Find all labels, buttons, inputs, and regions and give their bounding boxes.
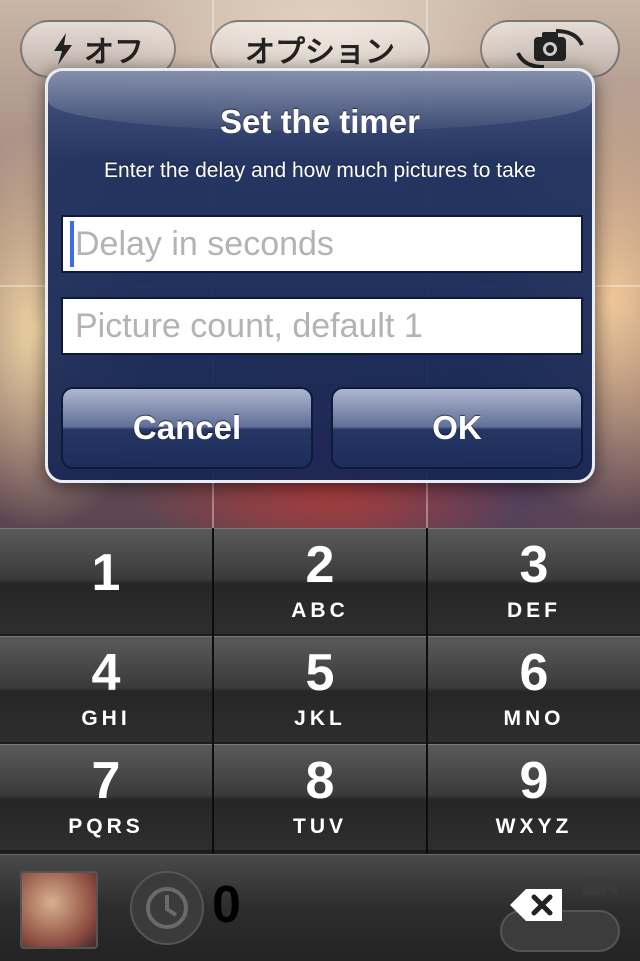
alert-message: Enter the delay and how much pictures to… [104, 159, 536, 182]
number-keypad: 1 2 ABC 3 DEF 4 GHI 5 JKL 6 MNO 7 PQRS 8… [0, 528, 640, 961]
key-number: 5 [305, 644, 335, 702]
cancel-button[interactable]: Cancel [61, 387, 313, 469]
key-2[interactable]: 2 ABC [214, 528, 426, 634]
picture-count-input[interactable] [61, 297, 583, 355]
key-number: 7 [91, 752, 121, 810]
key-7[interactable]: 7 PQRS [0, 744, 212, 850]
key-letters: WXYZ [495, 815, 573, 838]
alert-title: Set the timer [220, 103, 420, 140]
key-5[interactable]: 5 JKL [214, 636, 426, 742]
key-number: 3 [519, 536, 549, 594]
key-divider [426, 528, 428, 854]
key-letters: PQRS [68, 815, 144, 838]
key-letters: TUV [293, 815, 347, 838]
key-divider [212, 528, 214, 854]
key-6[interactable]: 6 MNO [428, 636, 640, 742]
backspace-icon[interactable] [508, 885, 566, 925]
key-number: 4 [91, 644, 121, 702]
key-number: 6 [519, 644, 549, 702]
key-number: 9 [519, 752, 549, 810]
key-3[interactable]: 3 DEF [428, 528, 640, 634]
key-letters: JKL [294, 707, 346, 730]
key-8[interactable]: 8 TUV [214, 744, 426, 850]
options-label: オプション [245, 36, 395, 69]
key-number: 8 [305, 752, 335, 810]
lightning-icon [54, 33, 72, 65]
key-0[interactable]: 0 [212, 855, 428, 961]
key-1[interactable]: 1 [0, 528, 212, 634]
keypad-bottom-row: 0 [0, 854, 640, 961]
key-number: 1 [91, 544, 121, 602]
video-camera-icon [582, 877, 618, 895]
key-letters: GHI [81, 707, 131, 730]
ok-button[interactable]: OK [331, 387, 583, 469]
photo-thumbnail[interactable] [20, 871, 98, 949]
key-number: 0 [212, 876, 241, 934]
key-letters: MNO [503, 707, 565, 730]
key-letters: DEF [507, 599, 561, 622]
flash-label: オフ [84, 36, 144, 69]
delay-input[interactable] [61, 215, 583, 273]
camera-switch-icon [516, 29, 584, 69]
timer-alert-dialog: Set the timer Enter the delay and how mu… [45, 68, 595, 483]
key-4[interactable]: 4 GHI [0, 636, 212, 742]
key-letters: ABC [291, 599, 349, 622]
key-9[interactable]: 9 WXYZ [428, 744, 640, 850]
text-caret [70, 221, 74, 267]
key-number: 2 [305, 536, 335, 594]
clock-icon[interactable] [130, 871, 204, 945]
